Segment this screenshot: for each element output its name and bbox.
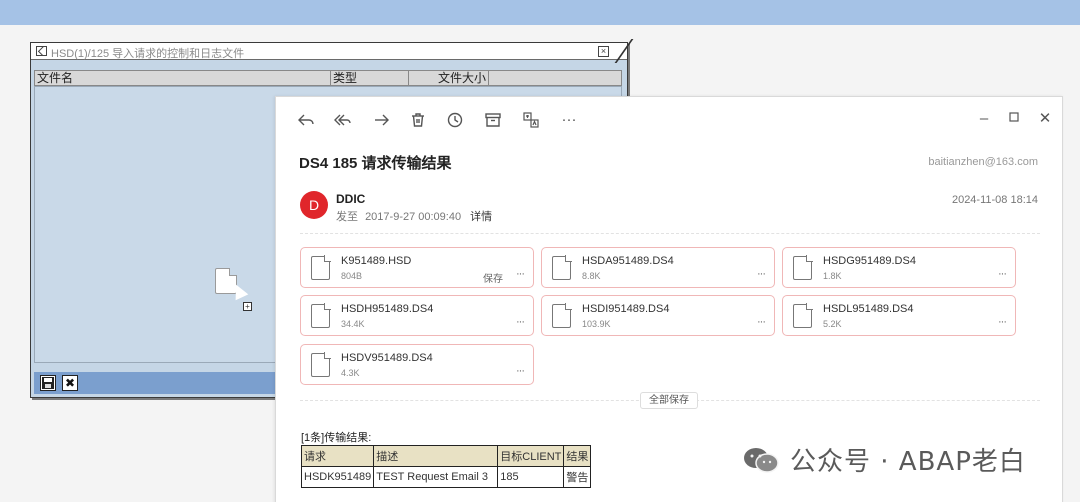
sap-dialog-titlebar: HSD(1)/125 导入请求的控制和日志文件 × xyxy=(31,39,634,63)
attachment-name: HSDH951489.DS4 xyxy=(341,303,434,315)
attachment-size: 804B xyxy=(341,271,363,281)
result-table: 请求 描述 目标CLIENT 结果 HSDK951489 TEST Reques… xyxy=(300,445,592,488)
sap-dialog-title: HSD(1)/125 导入请求的控制和日志文件 xyxy=(51,48,245,60)
attachment-more-icon[interactable]: ··· xyxy=(516,316,525,328)
column-filename[interactable]: 文件名 xyxy=(35,71,331,85)
delete-icon[interactable] xyxy=(408,111,428,131)
attachment-size: 1.8K xyxy=(823,271,842,281)
watermark-text: 公众号 · ABAP老白 xyxy=(790,447,1026,477)
reply-all-icon[interactable] xyxy=(333,111,353,131)
attachment-card[interactable]: HSDI951489.DS4 103.9K ··· xyxy=(541,295,775,336)
attachment-card[interactable]: K951489.HSD 804B 保存 ··· xyxy=(300,247,534,288)
translate-icon[interactable] xyxy=(521,111,541,131)
header-description: 描述 xyxy=(373,445,499,467)
file-icon xyxy=(552,303,572,328)
header-result: 结果 xyxy=(563,445,592,467)
detail-link[interactable]: 详情 xyxy=(470,211,492,223)
attachment-card[interactable]: HSDH951489.DS4 34.4K ··· xyxy=(300,295,534,336)
header-request: 请求 xyxy=(300,445,375,467)
attachment-name: HSDG951489.DS4 xyxy=(823,255,916,267)
file-icon xyxy=(793,303,813,328)
attachment-size: 103.9K xyxy=(582,319,611,329)
dialog-icon xyxy=(36,46,47,56)
clock-icon[interactable] xyxy=(445,111,465,131)
close-window-icon[interactable]: ✕ xyxy=(1036,110,1054,128)
save-attachment-button[interactable]: 保存 xyxy=(483,270,503,285)
top-bar xyxy=(0,0,1080,25)
attachment-name: HSDV951489.DS4 xyxy=(341,352,433,364)
attachment-size: 34.4K xyxy=(341,319,365,329)
received-time: 2024-11-08 18:14 xyxy=(951,194,1038,206)
file-icon xyxy=(311,255,331,280)
save-all-button[interactable]: 全部保存 xyxy=(640,392,698,409)
file-icon xyxy=(311,303,331,328)
reply-icon[interactable] xyxy=(296,111,316,131)
recipient-address: baitianzhen@163.com xyxy=(928,156,1038,168)
file-icon xyxy=(552,255,572,280)
attachment-size: 8.8K xyxy=(582,271,601,281)
attachment-name: HSDI951489.DS4 xyxy=(582,303,670,315)
file-list-header: 文件名 类型 文件大小 xyxy=(34,70,622,86)
sent-info: 发至 2017-9-27 00:09:40 详情 xyxy=(336,208,492,224)
attachment-name: HSDL951489.DS4 xyxy=(823,303,914,315)
table-row: HSDK951489 TEST Request Email 3 185 警告 xyxy=(300,466,592,488)
sender-name[interactable]: DDIC xyxy=(336,192,365,206)
sent-time: 2017-9-27 00:09:40 xyxy=(365,211,462,223)
header-target-client: 目标CLIENT xyxy=(497,445,565,467)
attachment-card[interactable]: HSDA951489.DS4 8.8K ··· xyxy=(541,247,775,288)
save-icon[interactable] xyxy=(40,375,56,391)
attachment-card[interactable]: HSDV951489.DS4 4.3K ··· xyxy=(300,344,534,385)
archive-icon[interactable] xyxy=(483,111,503,131)
forward-icon[interactable] xyxy=(371,111,391,131)
cancel-icon[interactable]: ✖ xyxy=(62,375,78,391)
attachment-card[interactable]: HSDL951489.DS4 5.2K ··· xyxy=(782,295,1016,336)
attachment-card[interactable]: HSDG951489.DS4 1.8K ··· xyxy=(782,247,1016,288)
minimize-icon[interactable]: – xyxy=(975,110,993,128)
attachment-more-icon[interactable]: ··· xyxy=(516,268,525,280)
mail-subject: DS4 185 请求传输结果 xyxy=(299,155,452,172)
drag-copy-icon: + xyxy=(243,302,252,311)
file-icon xyxy=(311,352,331,377)
file-icon xyxy=(793,255,813,280)
divider xyxy=(300,233,1040,234)
cell-request: HSDK951489 xyxy=(300,466,375,488)
more-icon[interactable]: ··· xyxy=(559,111,579,131)
attachment-more-icon[interactable]: ··· xyxy=(998,316,1007,328)
cell-description: TEST Request Email 3 xyxy=(373,466,499,488)
column-type[interactable]: 类型 xyxy=(331,71,409,85)
attachment-name: HSDA951489.DS4 xyxy=(582,255,674,267)
attachment-name: K951489.HSD xyxy=(341,255,412,267)
sent-prefix: 发至 xyxy=(336,211,358,223)
cell-result: 警告 xyxy=(563,466,592,488)
column-filesize[interactable]: 文件大小 xyxy=(409,71,489,85)
attachment-more-icon[interactable]: ··· xyxy=(516,365,525,377)
cell-target-client: 185 xyxy=(497,466,565,488)
attachment-more-icon[interactable]: ··· xyxy=(998,268,1007,280)
attachment-more-icon[interactable]: ··· xyxy=(757,316,766,328)
result-title: [1条]传输结果: xyxy=(301,432,372,444)
table-header-row: 请求 描述 目标CLIENT 结果 xyxy=(300,445,592,467)
attachment-size: 4.3K xyxy=(341,368,360,378)
attachment-more-icon[interactable]: ··· xyxy=(757,268,766,280)
wechat-icon xyxy=(744,448,779,473)
attachment-size: 5.2K xyxy=(823,319,842,329)
maximize-icon[interactable] xyxy=(1005,110,1023,128)
avatar[interactable]: D xyxy=(300,191,328,219)
